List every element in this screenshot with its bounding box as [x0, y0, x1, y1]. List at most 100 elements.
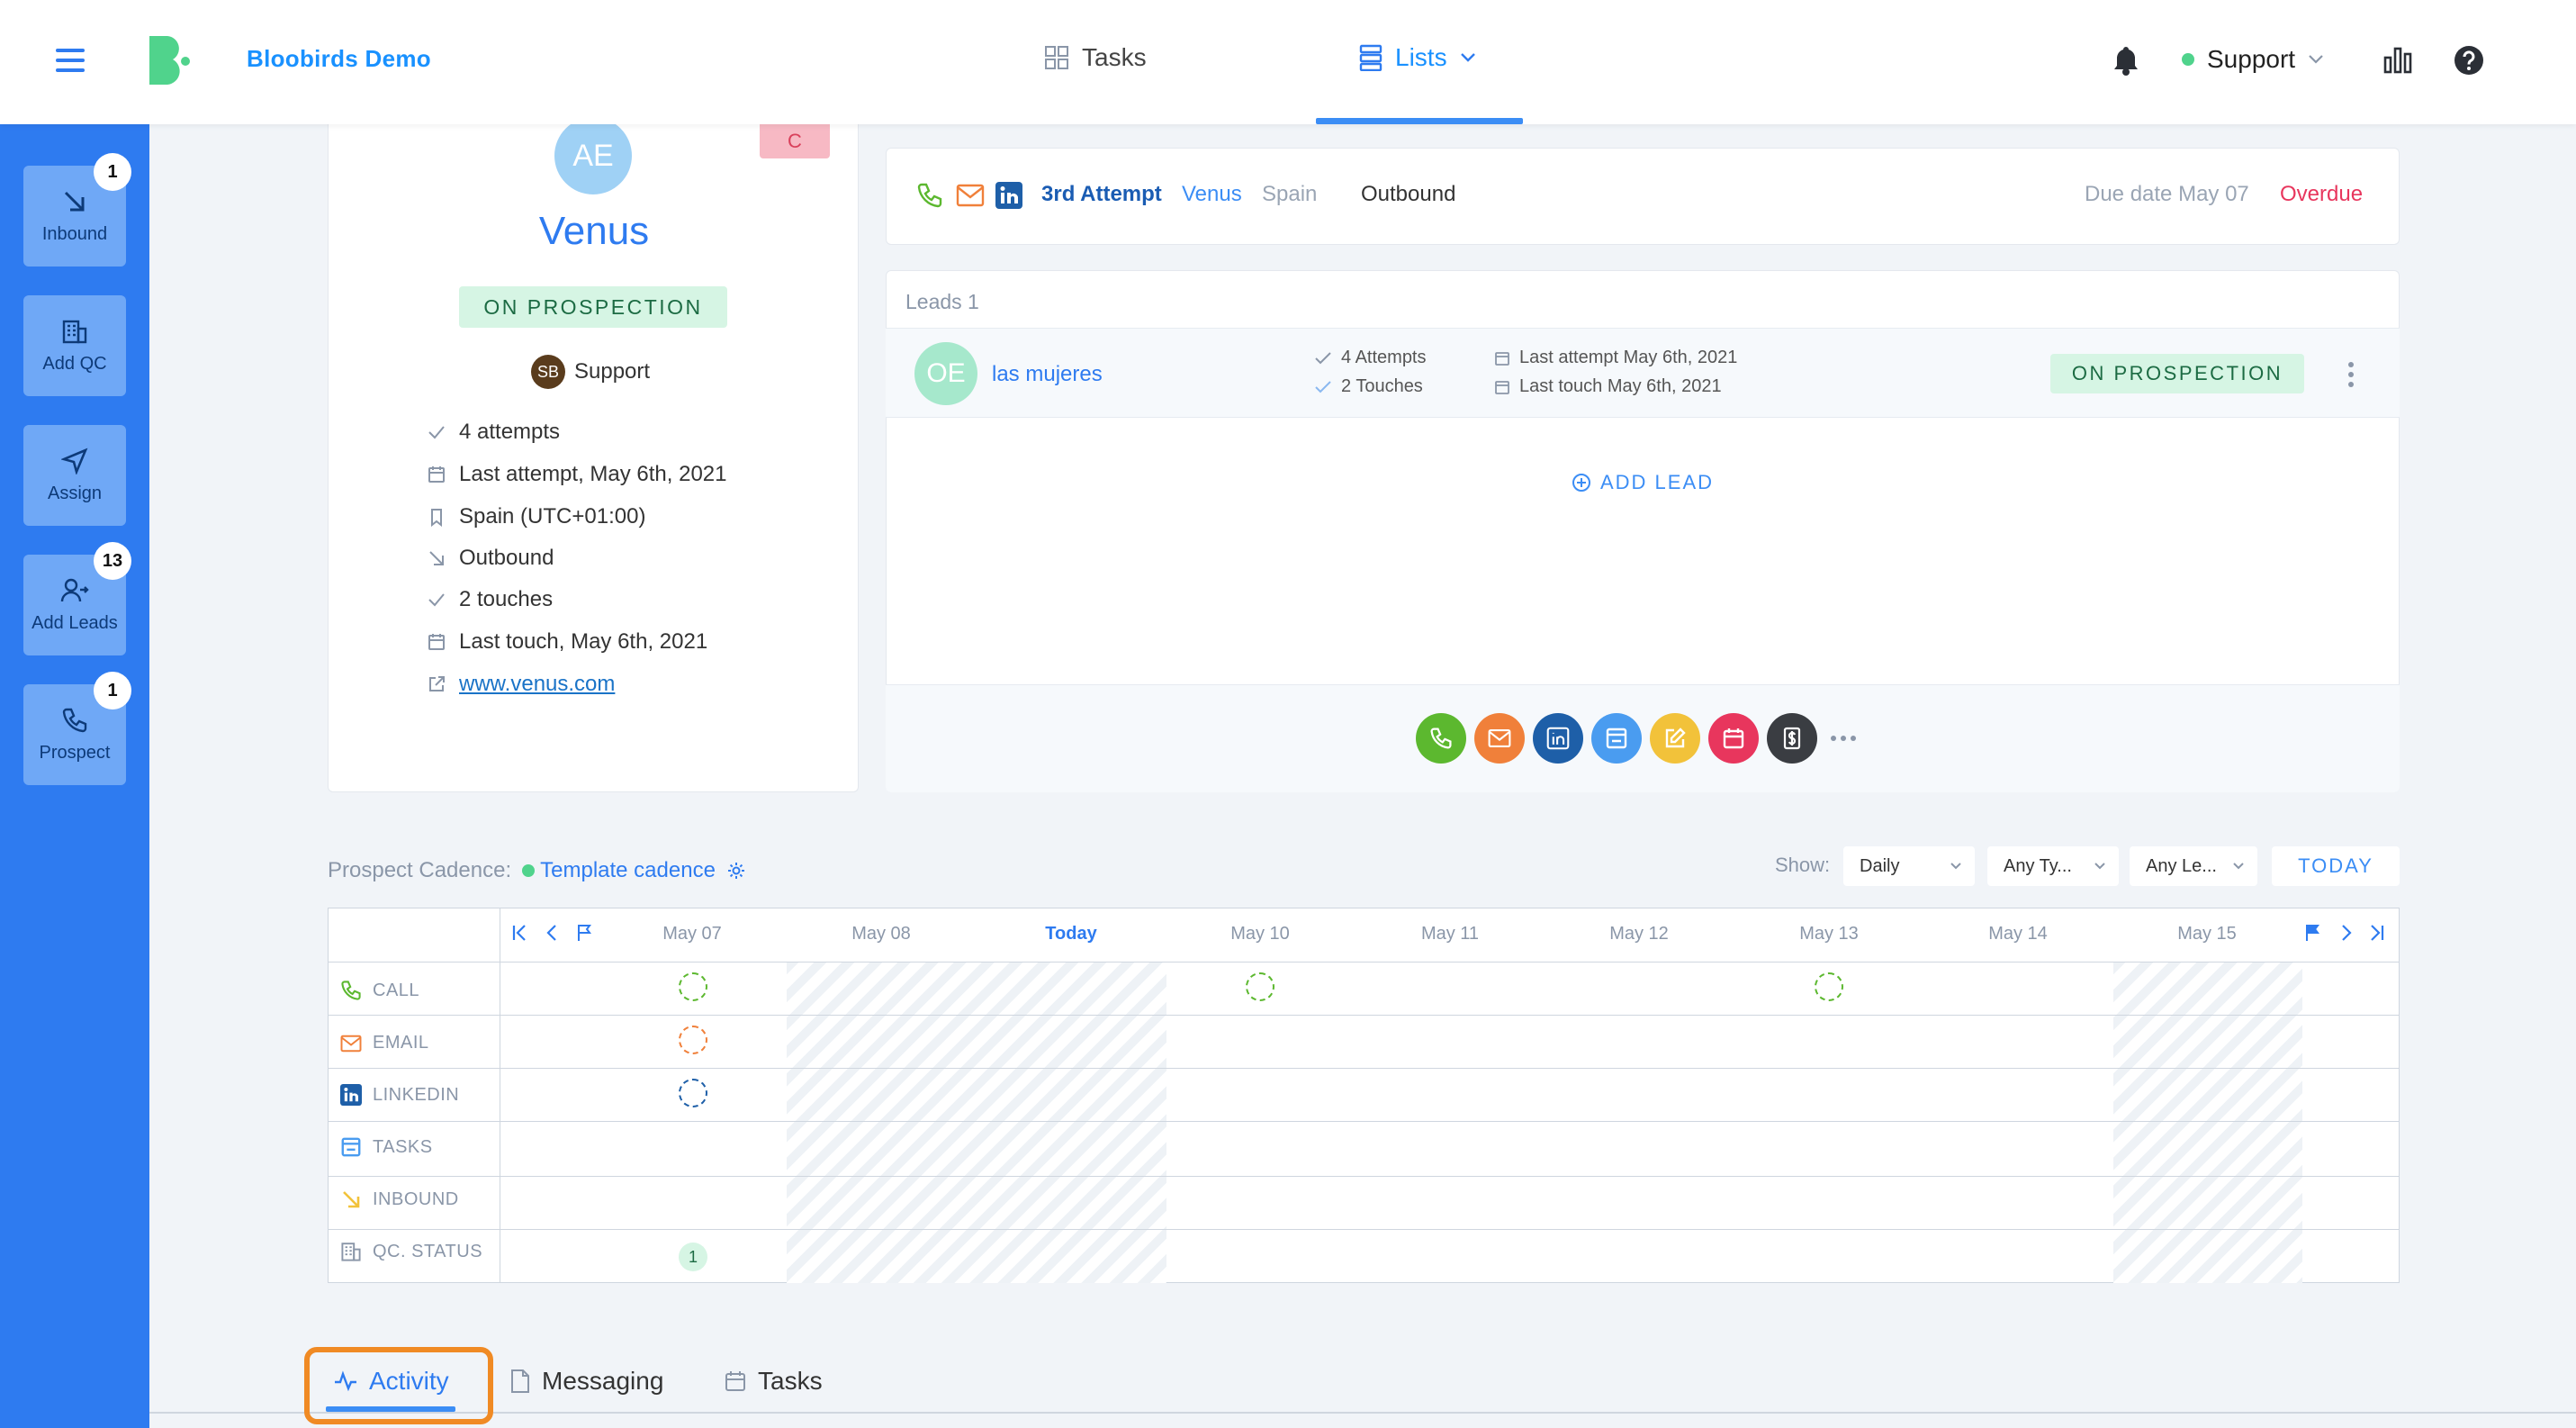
row-label-text: LINKEDIN [373, 1084, 460, 1105]
more-options-icon[interactable] [2346, 360, 2356, 389]
task-action-button[interactable] [1591, 713, 1642, 764]
company-name[interactable]: Venus [360, 209, 828, 254]
company-status-badge[interactable]: ON PROSPECTION [459, 286, 727, 328]
app-name[interactable]: Bloobirds Demo [247, 45, 431, 73]
today-button[interactable]: TODAY [2272, 846, 2400, 886]
building-icon [341, 1243, 361, 1261]
row-label-tasks: TASKS [340, 1136, 433, 1158]
task-due-date: Due date May 07 [2085, 182, 2249, 206]
chevron-left-icon[interactable] [545, 924, 558, 942]
select-value: Any Le... [2146, 855, 2217, 876]
info-text: Last attempt, May 6th, 2021 [459, 462, 727, 486]
more-actions-icon[interactable] [1829, 734, 1858, 743]
sidebar-item-add-leads[interactable]: Add Leads 13 [23, 542, 131, 655]
call-scheduled-marker[interactable] [1246, 972, 1274, 1001]
show-label: Show: [1775, 854, 1831, 876]
user-selector[interactable]: Support [2182, 45, 2324, 74]
list-icon [1359, 44, 1383, 71]
company-avatar: AE [554, 117, 632, 194]
email-scheduled-marker[interactable] [679, 1026, 707, 1054]
linkedin-scheduled-marker[interactable] [679, 1079, 707, 1107]
lead-last-attempt: Last attempt May 6th, 2021 [1494, 348, 1737, 368]
arrow-down-right-icon [343, 1191, 360, 1208]
mail-icon [1488, 729, 1511, 747]
sidebar-item-label: Inbound [41, 223, 108, 244]
phone-icon [341, 981, 361, 1000]
add-lead-label: ADD LEAD [1600, 471, 1715, 493]
last-page-icon[interactable] [2369, 924, 2385, 942]
tab-label: Messaging [542, 1367, 664, 1395]
info-source: Outbound [427, 546, 554, 571]
flag-outline-icon[interactable] [576, 924, 592, 942]
grid-line [328, 1176, 2400, 1177]
menu-icon[interactable] [56, 47, 85, 74]
tab-tasks[interactable]: Tasks [724, 1367, 823, 1396]
sidebar-item-assign[interactable]: Assign [23, 425, 126, 526]
call-action-button[interactable] [1416, 713, 1466, 764]
chevron-down-icon [2094, 863, 2105, 870]
gear-icon[interactable] [726, 861, 746, 881]
lead-touches: 2 Touches [1314, 376, 1423, 397]
plus-circle-icon [1572, 474, 1590, 492]
chevron-right-icon[interactable] [2340, 924, 2353, 942]
qc-status-count[interactable]: 1 [679, 1243, 707, 1271]
chart-icon[interactable] [2383, 47, 2412, 74]
website-link[interactable]: www.venus.com [459, 672, 615, 697]
deal-action-button[interactable] [1767, 713, 1817, 764]
chevron-down-icon [2233, 863, 2244, 870]
grid-line [328, 1229, 2400, 1230]
day-label: May 08 [851, 924, 911, 944]
period-select[interactable]: Daily [1843, 846, 1975, 886]
document-icon [511, 1369, 529, 1393]
call-scheduled-marker[interactable] [679, 972, 707, 1001]
sidebar-item-prospect[interactable]: Prospect 1 [23, 672, 131, 785]
type-select[interactable]: Any Ty... [1987, 846, 2119, 886]
select-value: Daily [1860, 855, 1900, 876]
email-action-button[interactable] [1474, 713, 1525, 764]
user-name: Support [2207, 45, 2296, 73]
company-owner[interactable]: SB Support [531, 355, 650, 389]
grid-icon [1045, 46, 1068, 69]
mail-icon [956, 184, 985, 207]
nav-lists[interactable]: Lists [1359, 43, 1476, 72]
logo-icon[interactable] [146, 34, 191, 86]
linkedin-action-button[interactable] [1533, 713, 1583, 764]
row-label-text: INBOUND [373, 1188, 459, 1209]
lead-select[interactable]: Any Le... [2130, 846, 2257, 886]
flag-icon[interactable] [2304, 924, 2320, 942]
lead-last-touch: Last touch May 6th, 2021 [1494, 376, 1722, 397]
note-action-button[interactable] [1650, 713, 1700, 764]
task-icon [1606, 728, 1627, 749]
task-attempt[interactable]: 3rd Attempt [1041, 182, 1162, 207]
cadence-name[interactable]: Template cadence [540, 858, 716, 883]
row-label-text: QC. STATUS [373, 1241, 483, 1261]
calendar-icon [725, 1371, 745, 1391]
help-icon[interactable] [2454, 45, 2484, 76]
lead-name[interactable]: las mujeres [992, 362, 1103, 387]
bell-icon[interactable] [2112, 45, 2140, 76]
first-page-icon[interactable] [511, 924, 527, 942]
row-label-inbound: INBOUND [340, 1188, 459, 1210]
linkedin-icon [340, 1084, 362, 1106]
sidebar-item-label: Assign [47, 483, 103, 503]
day-label: May 07 [662, 924, 722, 944]
nav-tasks-label: Tasks [1082, 43, 1147, 71]
tab-messaging[interactable]: Messaging [509, 1367, 663, 1396]
sidebar-item-inbound[interactable]: Inbound 1 [23, 153, 131, 267]
info-last-attempt: Last attempt, May 6th, 2021 [427, 462, 727, 487]
info-website[interactable]: www.venus.com [427, 672, 615, 697]
lead-status-badge[interactable]: ON PROSPECTION [2050, 354, 2304, 393]
task-company[interactable]: Venus [1182, 182, 1242, 207]
check-icon [1315, 380, 1331, 393]
row-label-text: TASKS [373, 1136, 433, 1157]
add-lead-button[interactable]: ADD LEAD [1572, 471, 1714, 494]
info-text: Outbound [459, 546, 554, 570]
day-label: May 14 [1988, 924, 2048, 944]
call-scheduled-marker[interactable] [1815, 972, 1843, 1001]
lead-last-touch-text: Last touch May 6th, 2021 [1519, 376, 1722, 396]
meeting-action-button[interactable] [1708, 713, 1759, 764]
nav-tasks[interactable]: Tasks [1044, 43, 1147, 72]
lead-last-attempt-text: Last attempt May 6th, 2021 [1519, 348, 1738, 367]
arrow-down-right-icon [429, 551, 444, 565]
sidebar-item-add-qc[interactable]: Add QC [23, 295, 126, 396]
